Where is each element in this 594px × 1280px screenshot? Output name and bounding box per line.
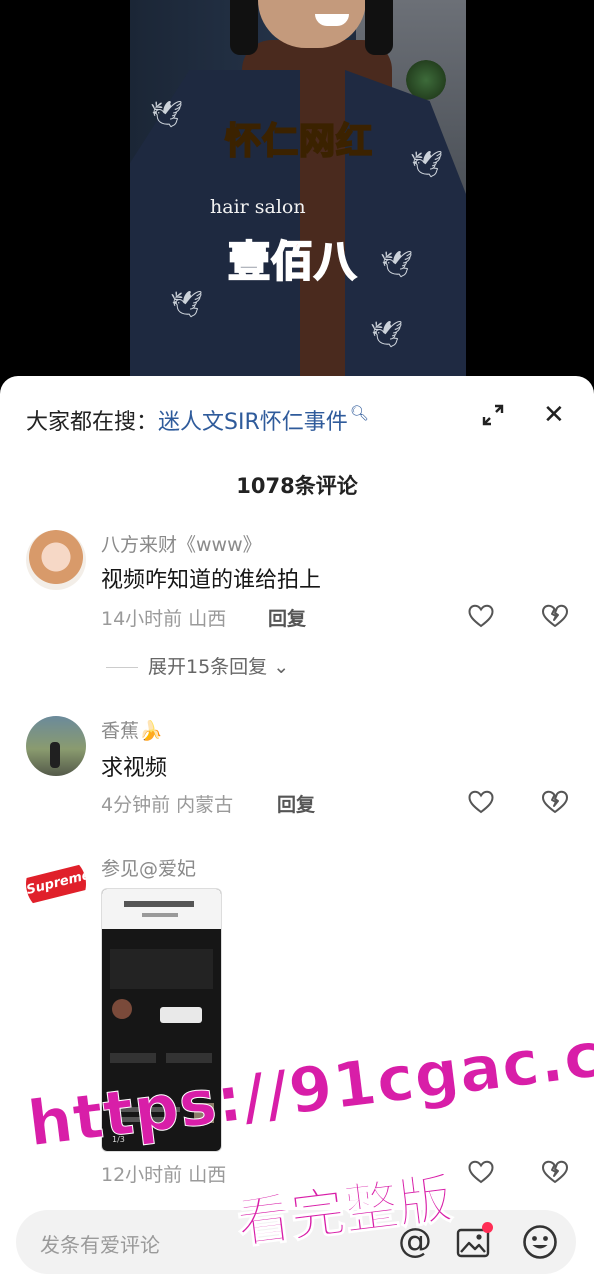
thumb-avatar xyxy=(112,999,132,1019)
thumb-button xyxy=(166,1053,212,1063)
comment-text[interactable]: 视频咋知道的谁给拍上 xyxy=(101,562,321,594)
thumb-button xyxy=(110,1053,156,1063)
thumb-subtitle-bar xyxy=(142,913,178,917)
avatar[interactable] xyxy=(26,530,86,590)
person-hair-right xyxy=(365,0,393,55)
divider xyxy=(106,667,138,668)
comment-text[interactable]: 求视频 xyxy=(101,750,167,782)
crane-pattern-icon: 🕊 xyxy=(150,100,184,130)
comment-meta: 12小时前 山西 xyxy=(101,1160,226,1187)
chevron-down-icon: ⌄ xyxy=(273,656,290,678)
crane-pattern-icon: 🕊 xyxy=(170,290,204,320)
dislike-broken-heart-icon[interactable] xyxy=(541,1160,569,1184)
crane-pattern-icon: 🕊 xyxy=(410,150,444,180)
dislike-broken-heart-icon[interactable] xyxy=(541,604,569,628)
search-icon: 🔍︎ xyxy=(349,404,369,422)
crane-pattern-icon: 🕊 xyxy=(380,250,414,280)
search-suggestion[interactable]: 大家都在搜：迷人文SIR怀仁事件 🔍︎ xyxy=(26,404,369,436)
notification-dot xyxy=(482,1222,493,1233)
comment-location: 内蒙古 xyxy=(176,794,234,816)
search-prefix: 大家都在搜： xyxy=(26,410,159,435)
video-caption-line2: 壹佰八 xyxy=(227,236,358,287)
video-caption-line1: 怀仁网红 xyxy=(224,120,374,163)
comment-time: 4分钟前 xyxy=(101,794,171,816)
video-player[interactable]: 🕊 🕊 🕊 🕊 🕊 hair salon 怀仁网红 壹佰八 xyxy=(0,0,594,380)
dislike-broken-heart-icon[interactable] xyxy=(541,790,569,814)
avatar[interactable] xyxy=(26,716,86,776)
expand-icon[interactable] xyxy=(482,404,504,426)
background-plant xyxy=(406,60,446,100)
comment-location: 山西 xyxy=(188,1164,227,1186)
thumb-title-bar xyxy=(124,901,194,907)
avatar[interactable]: Supreme xyxy=(26,854,86,914)
comment-meta: 4分钟前 内蒙古 xyxy=(101,790,233,817)
search-suggestion-link[interactable]: 迷人文SIR怀仁事件 xyxy=(158,410,348,435)
thumb-badge xyxy=(160,1007,202,1023)
crane-pattern-icon: 🕊 xyxy=(370,320,404,350)
reply-button[interactable]: 回复 xyxy=(268,604,306,631)
thumb-header xyxy=(102,889,221,929)
expand-replies-label: 展开15条回复 xyxy=(148,656,268,678)
emoji-icon[interactable] xyxy=(522,1224,558,1260)
person-hair-left xyxy=(230,0,258,55)
comment-input-placeholder[interactable]: 发条有爱评论 xyxy=(40,1229,160,1258)
close-icon[interactable]: ✕ xyxy=(543,402,565,428)
apron-text: hair salon xyxy=(210,196,306,218)
video-frame: 🕊 🕊 🕊 🕊 🕊 hair salon 怀仁网红 壹佰八 xyxy=(130,0,466,380)
like-heart-icon[interactable] xyxy=(468,1160,494,1184)
avatar-logo: Supreme xyxy=(26,864,86,904)
expand-replies-button[interactable]: 展开15条回复 ⌄ xyxy=(106,652,289,679)
like-heart-icon[interactable] xyxy=(468,790,494,814)
comment-time: 14小时前 xyxy=(101,608,183,630)
reply-button[interactable]: 回复 xyxy=(277,790,315,817)
thumb-card xyxy=(110,949,213,989)
comment-username[interactable]: 参见@爱妃 xyxy=(101,854,196,881)
comment-username[interactable]: 八方来财《www》 xyxy=(101,530,262,557)
comment-username[interactable]: 香蕉🍌 xyxy=(101,716,163,743)
comment-location: 山西 xyxy=(188,608,227,630)
comment-count: 1078条评论 xyxy=(236,474,358,498)
like-heart-icon[interactable] xyxy=(468,604,494,628)
comment-time: 12小时前 xyxy=(101,1164,183,1186)
comment-meta: 14小时前 山西 xyxy=(101,604,226,631)
